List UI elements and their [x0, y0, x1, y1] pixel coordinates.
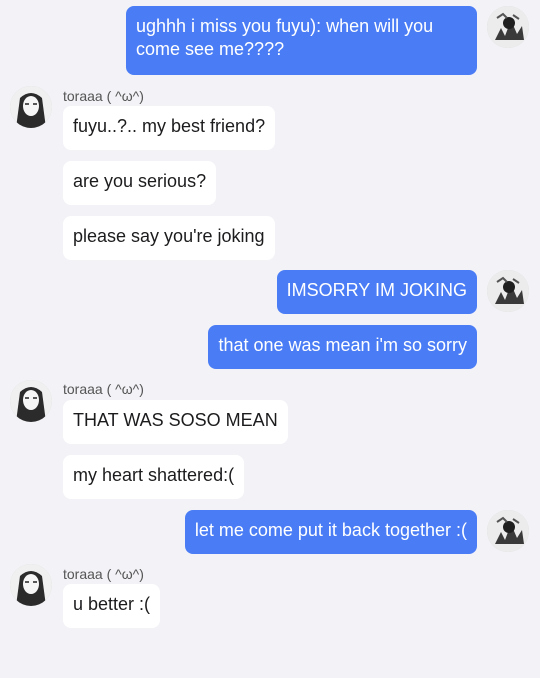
- sender-name: toraaa ( ^ω^): [63, 381, 144, 397]
- avatar-toraaa[interactable]: [10, 564, 52, 606]
- message-bubble-incoming[interactable]: THAT WAS SOSO MEAN: [63, 400, 288, 444]
- message-bubble-incoming[interactable]: fuyu..?.. my best friend?: [63, 106, 276, 150]
- message-bubble-incoming[interactable]: are you serious?: [63, 161, 217, 205]
- avatar-toraaa[interactable]: [10, 86, 52, 128]
- message-bubble-incoming[interactable]: u better :(: [63, 584, 161, 628]
- avatar-fuyu[interactable]: [487, 510, 529, 552]
- message-bubble-incoming[interactable]: please say you're joking: [63, 216, 275, 260]
- avatar-toraaa-image: [10, 380, 52, 422]
- sender-name: toraaa ( ^ω^): [63, 88, 144, 104]
- avatar-fuyu[interactable]: [487, 270, 529, 312]
- avatar-fuyu-image: [487, 510, 529, 552]
- message-bubble-incoming[interactable]: my heart shattered:(: [63, 455, 245, 499]
- avatar-fuyu-image: [487, 6, 529, 48]
- avatar-fuyu-image: [487, 270, 529, 312]
- chat-view: ughhh i miss you fuyu): when will you co…: [0, 0, 540, 678]
- avatar-toraaa-image: [10, 86, 52, 128]
- avatar-toraaa-image: [10, 564, 52, 606]
- avatar-fuyu[interactable]: [487, 6, 529, 48]
- message-bubble-outgoing[interactable]: that one was mean i'm so sorry: [208, 325, 477, 369]
- avatar-toraaa[interactable]: [10, 380, 52, 422]
- message-bubble-outgoing[interactable]: let me come put it back together :(: [184, 510, 477, 554]
- message-bubble-outgoing[interactable]: ughhh i miss you fuyu): when will you co…: [126, 6, 477, 75]
- message-bubble-outgoing[interactable]: IMSORRY IM JOKING: [276, 270, 477, 314]
- sender-name: toraaa ( ^ω^): [63, 566, 144, 582]
